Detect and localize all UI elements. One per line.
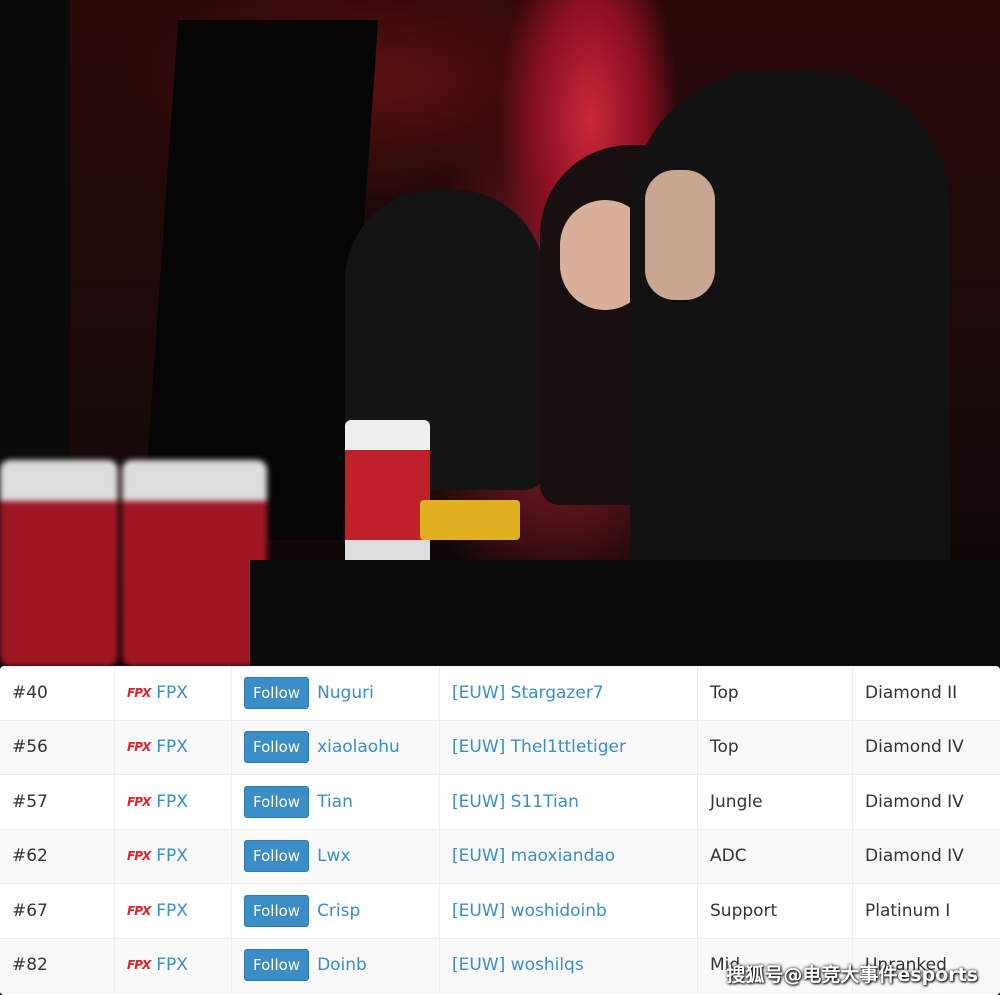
role-cell: Jungle xyxy=(698,775,853,829)
player-link[interactable]: Doinb xyxy=(317,955,367,975)
rank-cell: #56 xyxy=(0,720,115,774)
follow-button[interactable]: Follow xyxy=(244,785,310,818)
keyboard xyxy=(420,500,520,540)
player-3-face xyxy=(645,170,715,300)
role: Jungle xyxy=(710,791,763,812)
player-link[interactable]: Tian xyxy=(317,792,353,812)
tier: Diamond IV xyxy=(865,846,964,867)
tier-cell: Diamond IV xyxy=(853,830,1000,884)
fpx-logo-icon: FPX xyxy=(127,685,151,700)
role-cell: Top xyxy=(698,666,853,720)
team-link[interactable]: FPX xyxy=(156,901,188,921)
team-link[interactable]: FPX xyxy=(156,792,188,812)
follow-button[interactable]: Follow xyxy=(244,731,310,764)
role-cell: ADC xyxy=(698,829,853,883)
team-link[interactable]: FPX xyxy=(156,683,188,703)
role: Support xyxy=(710,900,778,921)
player-link[interactable]: xiaolaohu xyxy=(317,737,400,757)
player-cell: Follow Doinb xyxy=(232,938,440,992)
cup xyxy=(345,420,430,570)
team-cell: FPX FPX xyxy=(115,720,232,774)
tier-cell: Diamond IV xyxy=(853,721,1000,775)
rank: #57 xyxy=(12,791,48,812)
table-row: #57 FPX FPX Follow Tian [EUW] S11Tian Jung… xyxy=(0,775,1000,830)
tier: Diamond IV xyxy=(865,737,964,758)
left-equipment xyxy=(0,0,70,460)
table-row: #62 FPX FPX Follow Lwx [EUW] maoxiandao AD… xyxy=(0,829,1000,884)
role-cell: Support xyxy=(698,884,853,938)
account-cell: [EUW] Stargazer7 xyxy=(440,666,698,720)
rank: #82 xyxy=(12,955,48,976)
player-3 xyxy=(630,70,950,630)
rank-cell: #82 xyxy=(0,938,115,992)
account-link[interactable]: [EUW] maoxiandao xyxy=(452,846,615,866)
rank: #62 xyxy=(12,846,48,867)
team-link[interactable]: FPX xyxy=(156,737,188,757)
rank-cell: #40 xyxy=(0,666,115,720)
team-cell: FPX FPX xyxy=(115,829,232,883)
tier: Platinum I xyxy=(865,900,951,921)
team-cell: FPX FPX xyxy=(115,938,232,992)
fpx-logo-icon: FPX xyxy=(127,849,151,864)
account-cell: [EUW] woshidoinb xyxy=(440,884,698,938)
role-cell: Top xyxy=(698,720,853,774)
team-cell: FPX FPX xyxy=(115,775,232,829)
follow-button[interactable]: Follow xyxy=(244,840,310,873)
account-link[interactable]: [EUW] woshilqs xyxy=(452,955,584,975)
hero-photo xyxy=(0,0,1000,666)
tier: Diamond IV xyxy=(865,791,964,812)
account-cell: [EUW] woshilqs xyxy=(440,938,698,992)
rank: #56 xyxy=(12,737,48,758)
table-row: #40 FPX FPX Follow Nuguri [EUW] Stargazer7… xyxy=(0,666,1000,721)
rank: #40 xyxy=(12,682,48,703)
fpx-logo-icon: FPX xyxy=(127,740,151,755)
account-cell: [EUW] S11Tian xyxy=(440,775,698,829)
account-link[interactable]: [EUW] Thel1ttletiger xyxy=(452,737,626,757)
fpx-logo-icon: FPX xyxy=(127,958,151,973)
fpx-logo-icon: FPX xyxy=(127,903,151,918)
account-link[interactable]: [EUW] Stargazer7 xyxy=(452,683,604,703)
team-link[interactable]: FPX xyxy=(156,955,188,975)
tier-cell: Diamond IV xyxy=(853,775,1000,829)
player-cell: Follow Lwx xyxy=(232,829,440,883)
cup-blurred-2 xyxy=(122,460,267,666)
player-cell: Follow Tian xyxy=(232,775,440,829)
role: Top xyxy=(710,737,739,758)
account-cell: [EUW] maoxiandao xyxy=(440,829,698,883)
follow-button[interactable]: Follow xyxy=(244,894,310,927)
tier-cell: Platinum I xyxy=(853,884,1000,938)
player-cell: Follow Nuguri xyxy=(232,666,440,720)
player-link[interactable]: Nuguri xyxy=(317,683,374,703)
rank: #67 xyxy=(12,900,48,921)
account-link[interactable]: [EUW] woshidoinb xyxy=(452,901,607,921)
table-row: #67 FPX FPX Follow Crisp [EUW] woshidoinb … xyxy=(0,884,1000,939)
player-link[interactable]: Crisp xyxy=(317,901,360,921)
player-cell: Follow Crisp xyxy=(232,884,440,938)
account-cell: [EUW] Thel1ttletiger xyxy=(440,720,698,774)
player-ranking-table: #40 FPX FPX Follow Nuguri [EUW] Stargazer7… xyxy=(0,666,1000,995)
tier: Diamond II xyxy=(865,682,958,703)
follow-button[interactable]: Follow xyxy=(244,676,310,709)
table-row: #56 FPX FPX Follow xiaolaohu [EUW] Thel1tt… xyxy=(0,720,1000,775)
rank-cell: #57 xyxy=(0,775,115,829)
team-cell: FPX FPX xyxy=(115,666,232,720)
cup-blurred-1 xyxy=(0,460,118,666)
follow-button[interactable]: Follow xyxy=(244,949,310,982)
tier-cell: Diamond II xyxy=(853,666,1000,720)
player-link[interactable]: Lwx xyxy=(317,846,350,866)
fpx-logo-icon: FPX xyxy=(127,794,151,809)
account-link[interactable]: [EUW] S11Tian xyxy=(452,792,579,812)
role: ADC xyxy=(710,846,747,867)
desk xyxy=(250,560,1000,666)
team-link[interactable]: FPX xyxy=(156,846,188,866)
rank-cell: #67 xyxy=(0,884,115,938)
role: Top xyxy=(710,682,739,703)
team-cell: FPX FPX xyxy=(115,884,232,938)
watermark: 搜狐号@电竞大事件esports xyxy=(726,964,978,986)
rank-cell: #62 xyxy=(0,829,115,883)
player-cell: Follow xiaolaohu xyxy=(232,720,440,774)
